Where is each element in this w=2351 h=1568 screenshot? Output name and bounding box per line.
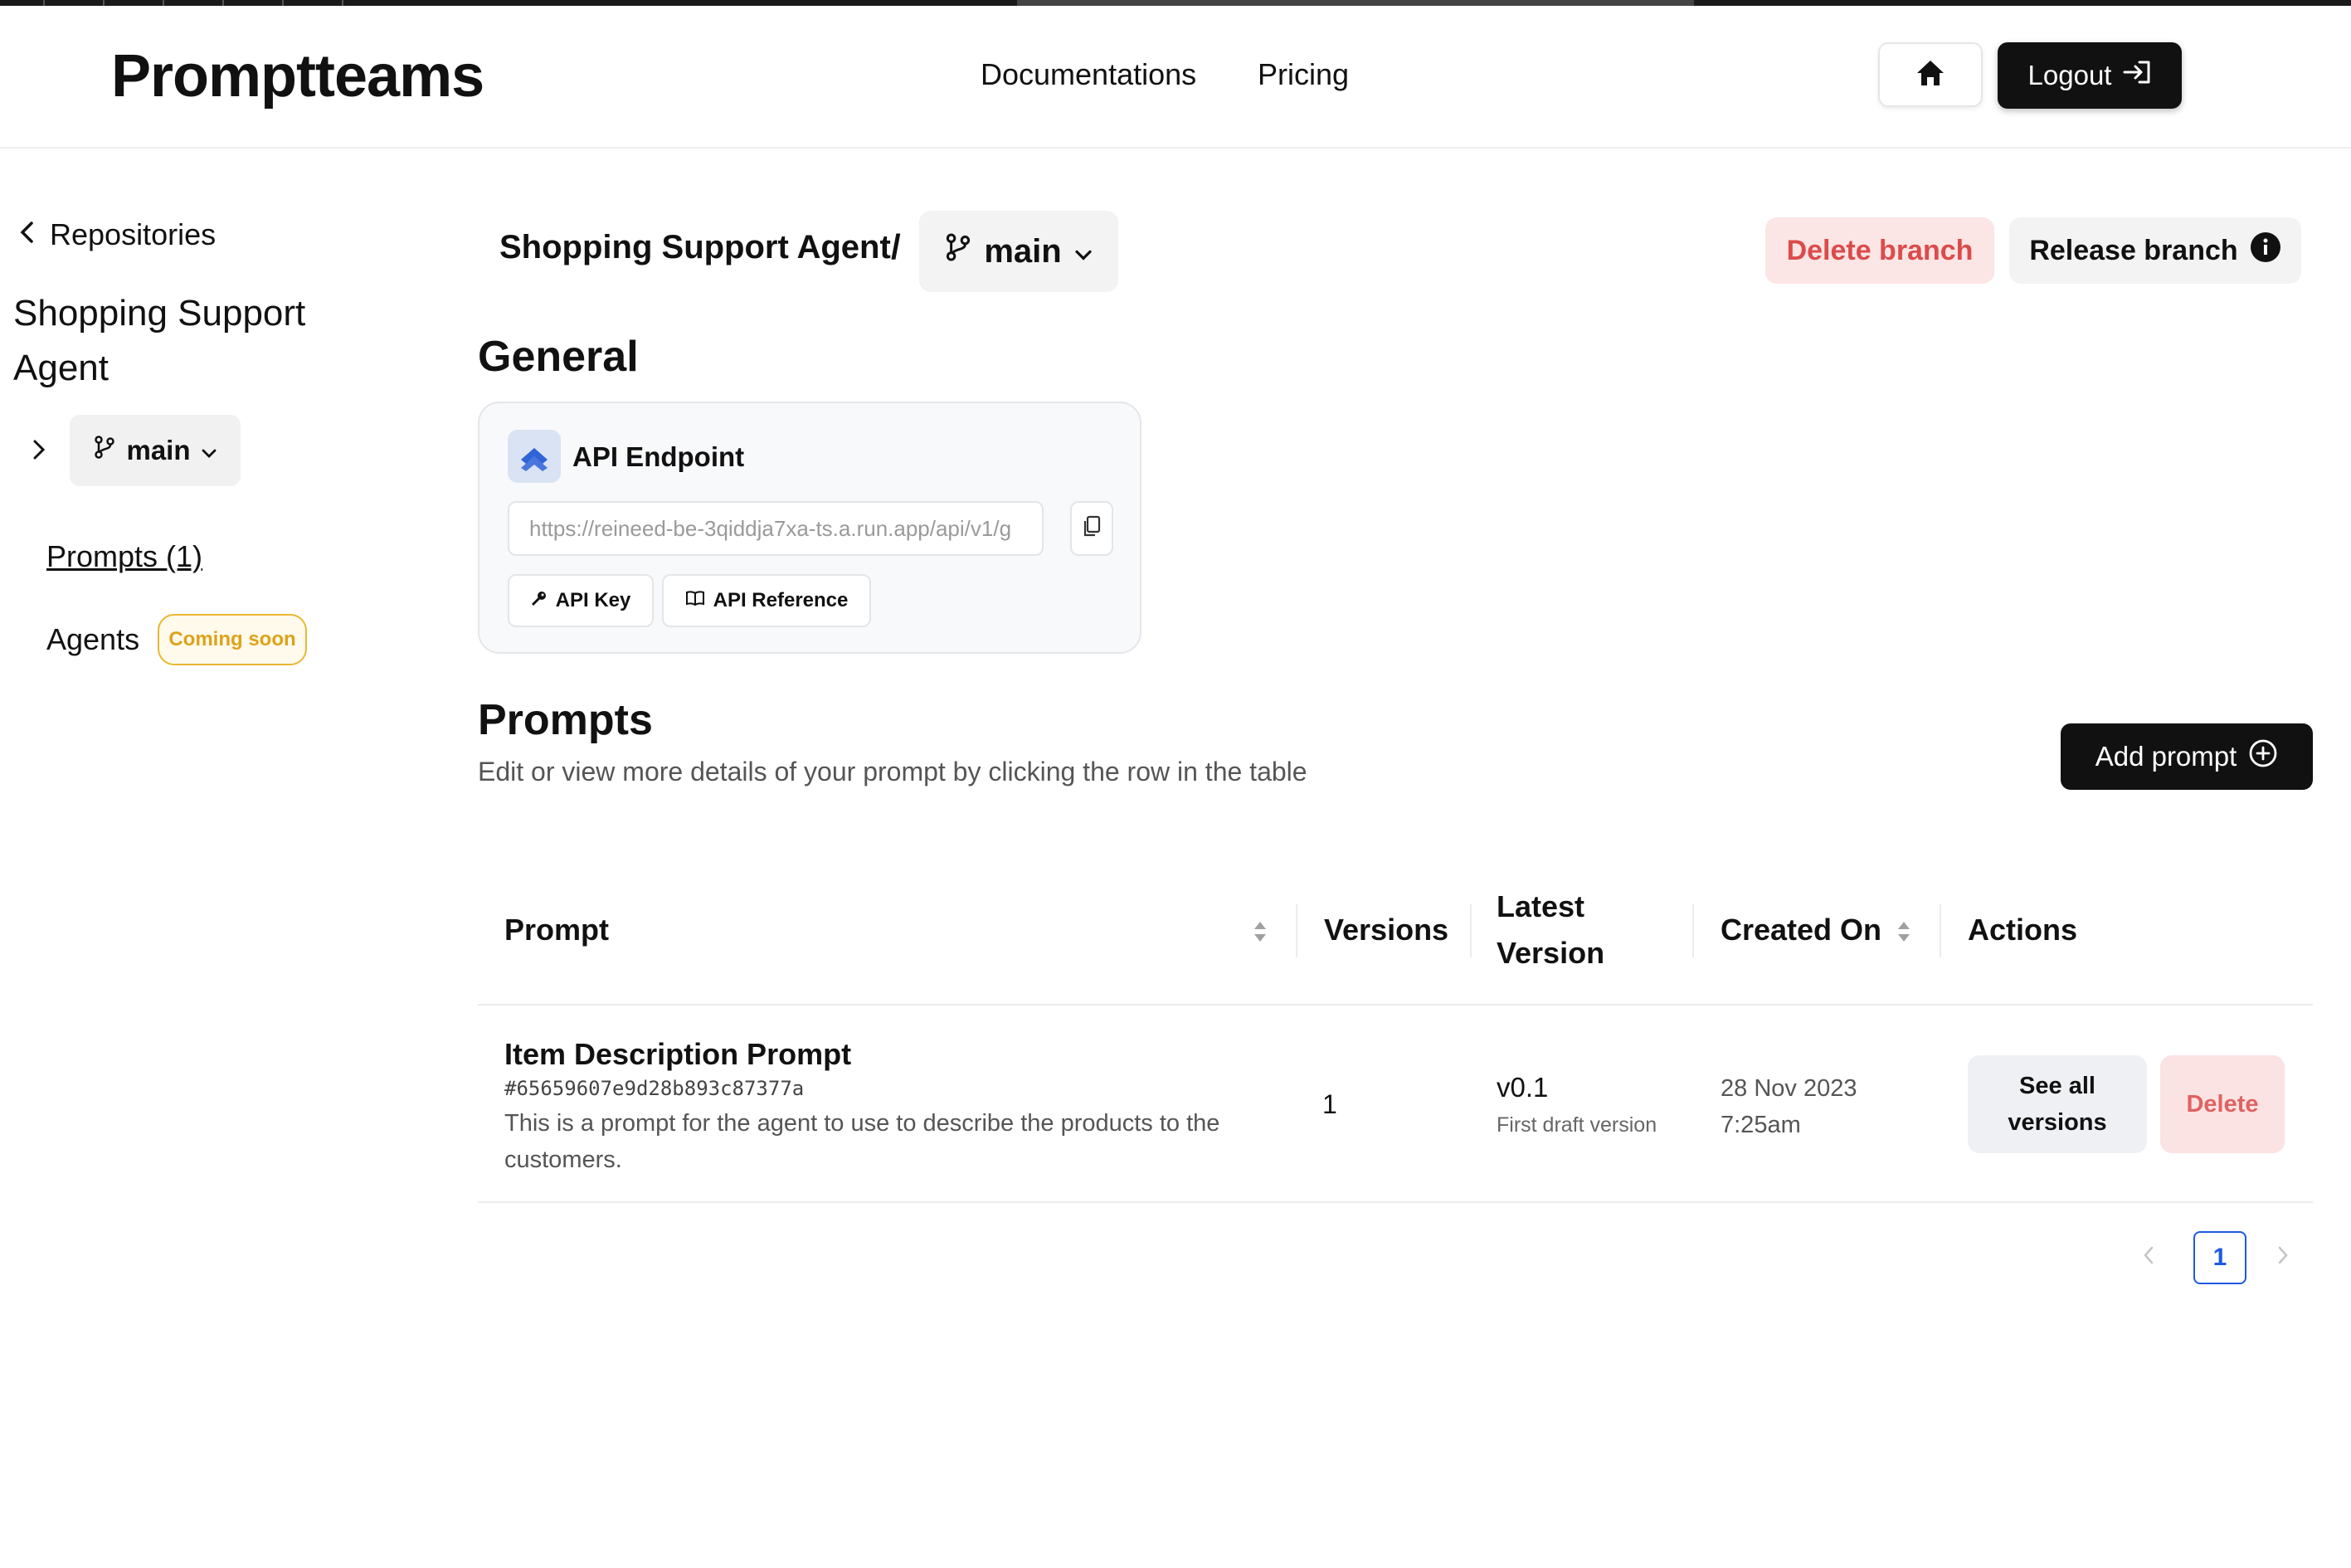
column-header-latest-line1: Latest [1497, 889, 1585, 923]
plus-circle-icon [2248, 738, 2278, 775]
logout-arrow-icon [2123, 60, 2151, 91]
back-to-repositories[interactable]: Repositories [18, 217, 216, 252]
git-branch-icon [93, 435, 116, 466]
see-all-versions-button[interactable]: See all versions [1968, 1055, 2147, 1153]
pagination-next-icon[interactable] [2276, 1244, 2290, 1270]
chevron-down-icon [201, 435, 217, 466]
api-reference-label: API Reference [713, 589, 849, 611]
prompt-latest-version: v0.1 [1497, 1072, 1549, 1103]
sidebar-branch-label: main [126, 435, 191, 465]
release-branch-button[interactable]: Release branch [2009, 217, 2301, 284]
breadcrumb-separator: / [891, 227, 901, 266]
coming-soon-badge: Coming soon [158, 614, 307, 665]
column-header-latest-line2: Version [1497, 936, 1605, 970]
sidebar-agents-item[interactable]: Agents [46, 622, 139, 657]
info-icon[interactable] [2250, 231, 2281, 270]
prompts-subtitle: Edit or view more details of your prompt… [478, 757, 1307, 786]
column-header-versions: Versions [1324, 913, 1449, 947]
chevron-down-icon [1073, 233, 1093, 270]
prompt-created-time: 7:25am [1721, 1112, 1801, 1138]
key-icon [531, 589, 548, 612]
home-button[interactable] [1878, 42, 1983, 107]
breadcrumb-repo[interactable]: Shopping Support Agent [499, 229, 891, 266]
add-prompt-button[interactable]: Add prompt [2061, 723, 2313, 790]
copy-icon [1082, 515, 1102, 543]
top-header: Promptteams Documentations Pricing Logou… [0, 6, 2351, 149]
api-logo-icon [508, 430, 561, 483]
logout-label: Logout [2027, 60, 2112, 90]
release-branch-label: Release branch [2029, 234, 2238, 266]
copy-url-button[interactable] [1070, 501, 1113, 556]
sort-icon[interactable] [1253, 919, 1268, 948]
prompt-description: This is a prompt for the agent to use to… [504, 1110, 1220, 1173]
api-endpoint-card: API Endpoint https://reineed-be-3qiddja7… [478, 402, 1141, 654]
prompts-heading: Prompts [478, 696, 653, 744]
top-browser-strip [0, 0, 2351, 6]
prompt-latest-note: First draft version [1497, 1113, 1657, 1137]
sort-icon[interactable] [1896, 919, 1911, 948]
chevron-right-icon[interactable] [32, 438, 46, 465]
app-logo[interactable]: Promptteams [111, 42, 484, 110]
back-label: Repositories [50, 217, 217, 251]
pagination-page-1[interactable]: 1 [2193, 1231, 2246, 1284]
branch-select-label: main [984, 232, 1062, 270]
logout-button[interactable]: Logout [1998, 42, 2182, 109]
book-icon [685, 589, 705, 612]
general-heading: General [478, 333, 639, 381]
pagination-prev-icon[interactable] [2142, 1244, 2155, 1270]
nav-pricing[interactable]: Pricing [1258, 57, 1349, 92]
prompt-versions-count: 1 [1322, 1089, 1337, 1119]
chevron-left-icon [18, 217, 35, 252]
column-header-prompt[interactable]: Prompt [504, 913, 609, 947]
column-separator [1470, 904, 1472, 957]
git-branch-icon [944, 232, 972, 270]
api-key-label: API Key [555, 589, 631, 611]
column-header-actions: Actions [1968, 913, 2078, 947]
sidebar-branch-select[interactable]: main [70, 415, 241, 486]
column-separator [1940, 904, 1941, 957]
sidebar-prompts-link[interactable]: Prompts (1) [46, 539, 202, 574]
add-prompt-label: Add prompt [2095, 741, 2237, 772]
table-row-divider [478, 1201, 2313, 1203]
api-endpoint-title: API Endpoint [572, 441, 745, 472]
column-separator [1296, 904, 1297, 957]
api-key-button[interactable]: API Key [508, 574, 654, 627]
table-header-divider [478, 1004, 2313, 1006]
prompt-created-date: 28 Nov 2023 [1721, 1075, 1857, 1102]
delete-branch-button[interactable]: Delete branch [1765, 217, 1994, 284]
api-reference-button[interactable]: API Reference [662, 574, 871, 627]
prompt-title: Item Description Prompt [504, 1037, 852, 1071]
column-separator [1692, 904, 1694, 957]
nav-documentations[interactable]: Documentations [981, 57, 1196, 92]
home-icon [1915, 59, 1945, 91]
sidebar-repo-name: Shopping Support Agent [13, 293, 306, 388]
prompt-hash: #65659607e9d28b893c87377a [504, 1077, 805, 1100]
api-url-field[interactable]: https://reineed-be-3qiddja7xa-ts.a.run.a… [508, 501, 1044, 556]
column-header-created[interactable]: Created On [1721, 913, 1881, 947]
prompt-created-on: 28 Nov 2023 7:25am [1721, 1070, 1903, 1143]
branch-select[interactable]: main [919, 211, 1118, 292]
delete-prompt-button[interactable]: Delete [2160, 1055, 2285, 1153]
